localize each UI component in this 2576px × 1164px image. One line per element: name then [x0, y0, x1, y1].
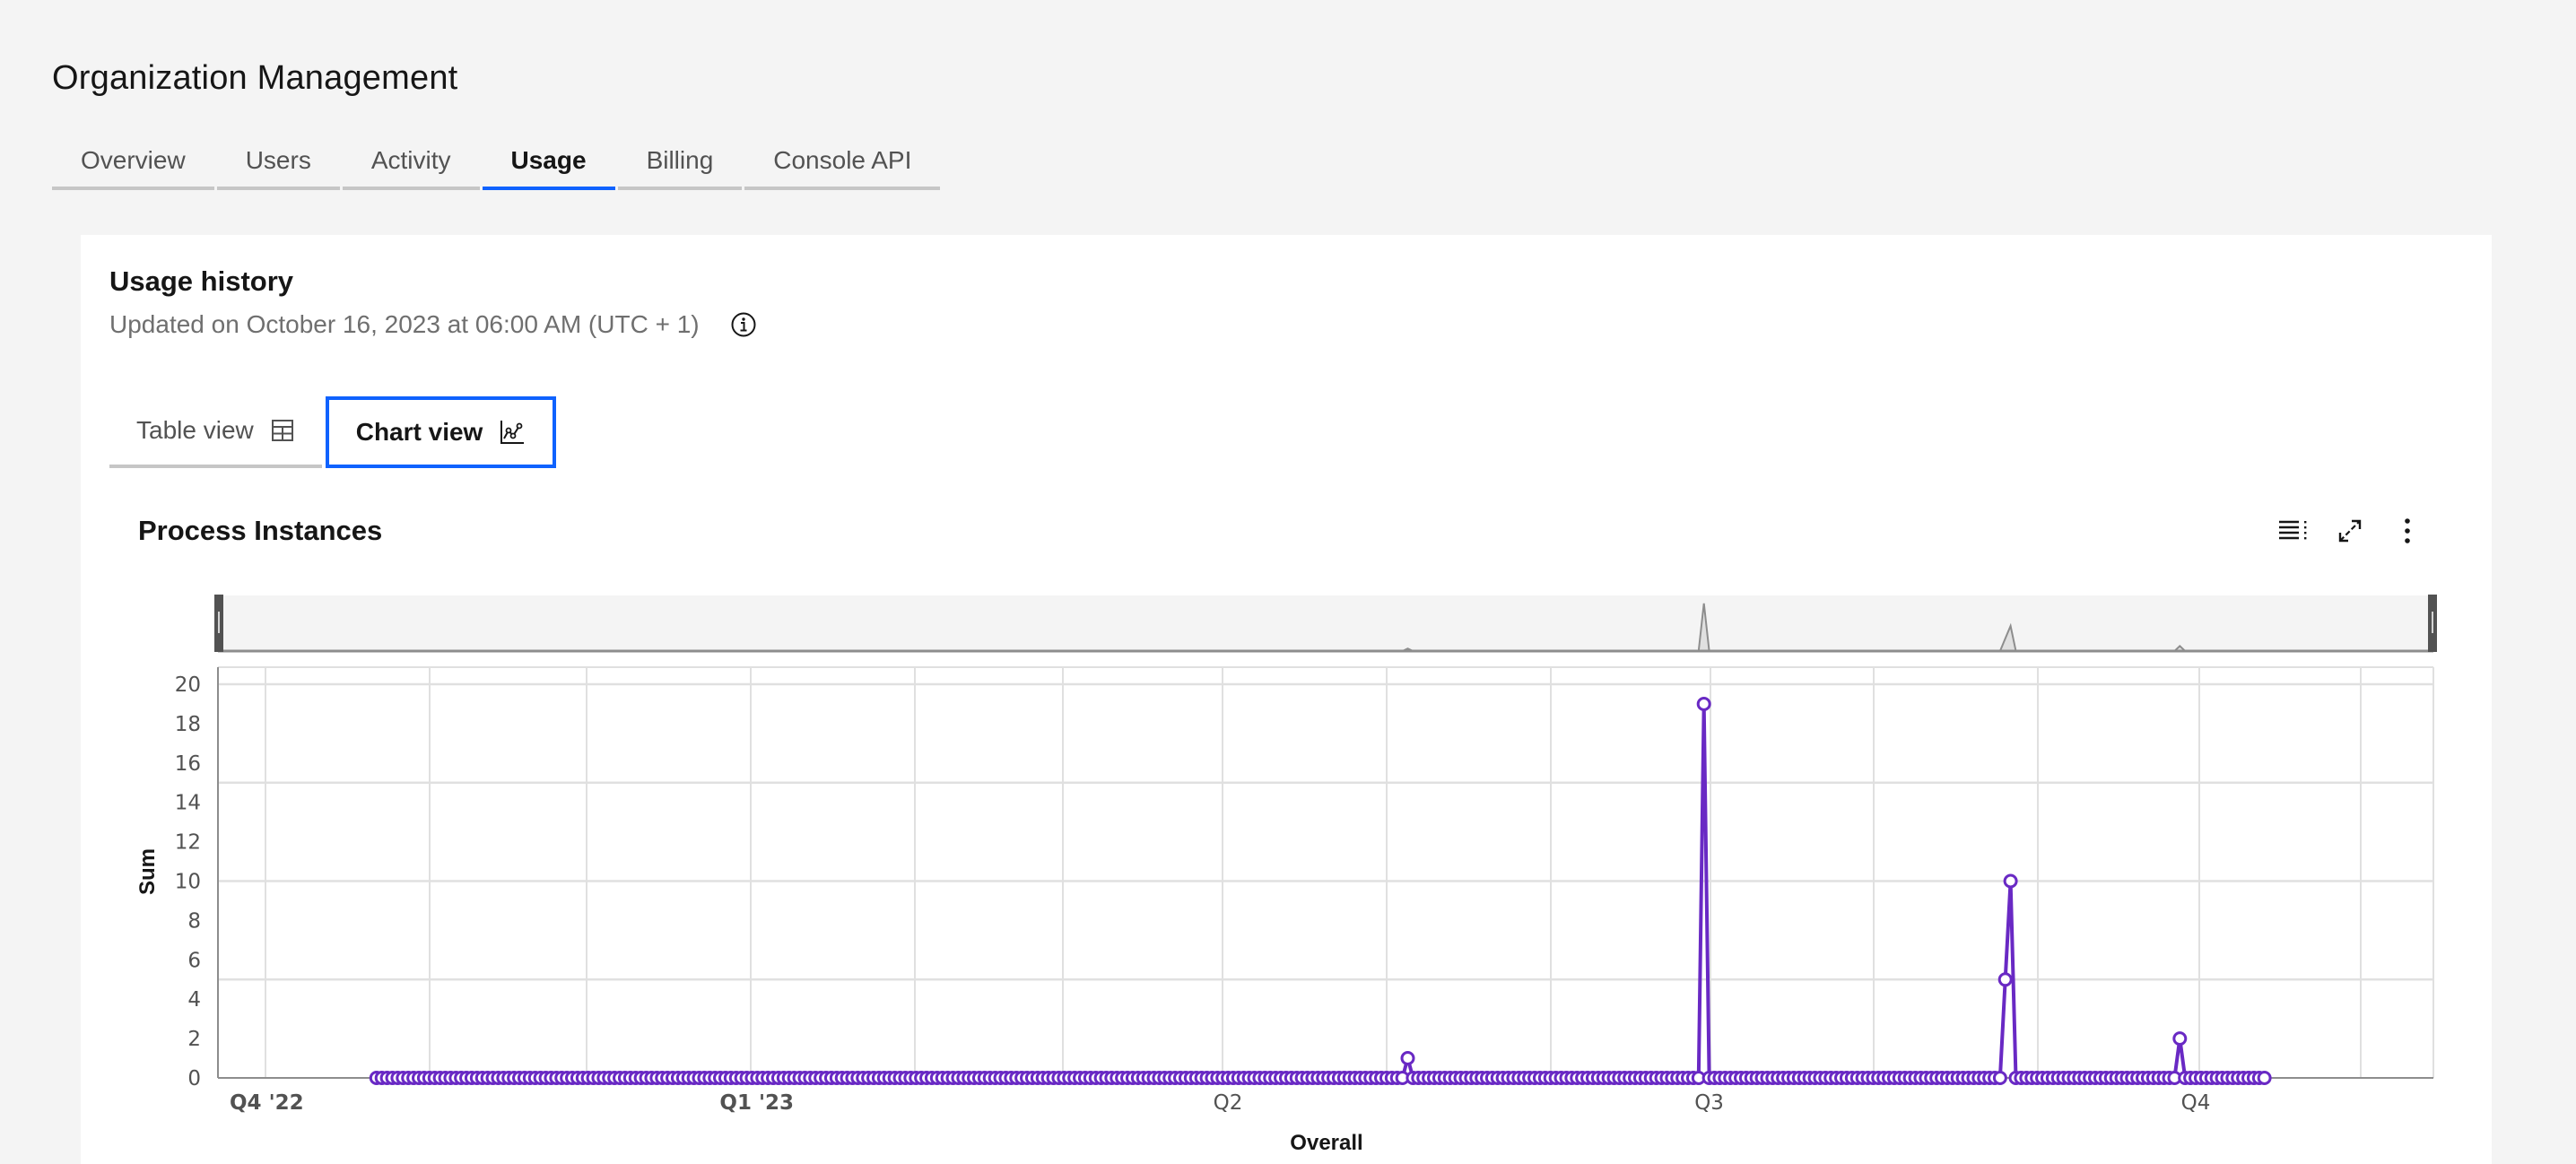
y-tick-label: 16 [175, 752, 201, 776]
y-tick-label: 10 [175, 871, 201, 894]
y-tick-label: 2 [187, 1028, 201, 1051]
x-tick-label: Q3 [1694, 1091, 1724, 1115]
data-point-peak[interactable] [2003, 873, 2018, 889]
grid [218, 666, 2434, 1078]
zoom-handle-right[interactable] [2428, 595, 2437, 652]
y-tick-label: 20 [175, 673, 201, 697]
axes: 0 2 4 6 8 10 12 14 16 18 20 Q4 '22 Q1 '23 Q2 Q3 Q4 [175, 667, 2433, 1115]
data-point[interactable] [2257, 1071, 2272, 1085]
y-axis-title: Sum [135, 848, 160, 895]
series-process-instances [369, 697, 2272, 1085]
x-tick-label: Q4 '22 [230, 1091, 304, 1115]
zoom-handle-left[interactable] [214, 595, 223, 652]
x-tick-label: Q1 '23 [719, 1091, 794, 1115]
y-tick-label: 14 [175, 792, 201, 815]
y-tick-label: 12 [175, 831, 201, 855]
data-point-peak[interactable] [1400, 1051, 1415, 1065]
y-tick-label: 4 [187, 988, 201, 1012]
y-tick-label: 8 [187, 909, 201, 933]
process-instances-chart: 02468101214161820Q4 '22 Q1 '23 Q2 Q3 Q4 Sum … [135, 595, 2437, 1155]
zoom-bar[interactable] [214, 595, 2437, 653]
y-tick-label: 18 [175, 713, 201, 736]
zoom-bar-background [218, 595, 2433, 651]
data-point-peak[interactable] [1696, 697, 1711, 711]
data-point[interactable] [1992, 1071, 2007, 1085]
x-tick-label: Q4 [2181, 1091, 2211, 1115]
y-tick-label: 6 [187, 949, 201, 972]
x-axis-title: Overall [1290, 1131, 1362, 1155]
data-point-peak[interactable] [2172, 1031, 2188, 1047]
series-line [376, 702, 2265, 1080]
x-tick-label: Q2 [1214, 1091, 1243, 1115]
y-tick-label: 0 [187, 1067, 201, 1090]
data-point-peak[interactable] [1997, 972, 2013, 987]
